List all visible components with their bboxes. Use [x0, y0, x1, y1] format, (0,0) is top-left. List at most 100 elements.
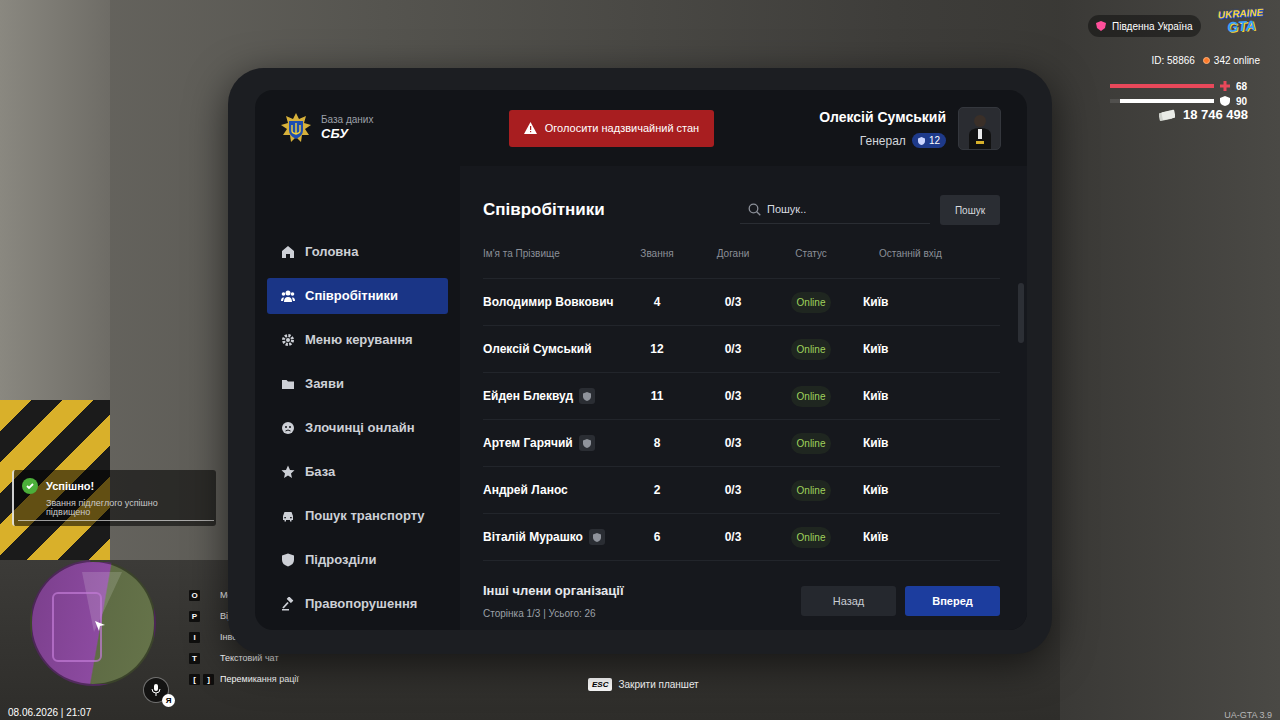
table-row[interactable]: Олексій Сумський120/3OnlineКиїв	[483, 325, 1000, 372]
brand-caption: База даних	[321, 114, 373, 127]
home-icon	[281, 245, 295, 259]
table-header: Ім'я та ПрізвищеЗванняДоганиСтатусОстанн…	[483, 240, 1000, 266]
money-amount: 18 746 498	[1183, 105, 1248, 125]
shield-icon	[918, 137, 925, 145]
keybind-label: Перемикання рації	[220, 673, 299, 687]
reprimands-cell: 0/3	[683, 434, 783, 452]
person-icon	[967, 113, 993, 149]
title-row: Співробітники Пошук	[483, 195, 1000, 225]
mic-button[interactable]: Я	[143, 677, 169, 703]
last-login-cell: Київ	[839, 528, 1000, 546]
key-cap: P	[189, 611, 200, 622]
column-header: Статус	[783, 246, 839, 261]
status-cell: Online	[783, 527, 839, 548]
status-cell: Online	[783, 480, 839, 501]
rank-cell: 11	[631, 387, 683, 405]
name-cell: Олексій Сумський	[483, 340, 631, 358]
sidebar-label: Пошук транспорту	[305, 506, 425, 526]
brand: База даних СБУ	[255, 113, 460, 143]
warning-icon	[524, 122, 537, 134]
table-row[interactable]: Віталій Мурашко60/3OnlineКиїв	[483, 513, 1000, 560]
view-cone	[82, 572, 122, 632]
version-label: UA-GTA 3.9	[1224, 709, 1272, 720]
tablet-body: Головна Співробітники Меню керування Заяви З…	[255, 166, 1027, 630]
online-label: 342 online	[1214, 53, 1260, 68]
notification-title: Успішно!	[46, 478, 186, 495]
sidebar-item[interactable]: Співробітники	[267, 278, 448, 314]
last-login-cell: Київ	[839, 387, 1000, 405]
employee-name: Олексій Сумський	[483, 340, 592, 358]
vitals: 6890	[1110, 79, 1250, 108]
sbu-emblem-icon	[281, 113, 311, 143]
status-pill: Online	[791, 527, 832, 548]
microphone-icon	[151, 684, 161, 696]
close-hint-label: Закрити планшет	[618, 677, 698, 692]
search-icon	[748, 203, 761, 216]
sidebar-label: Головна	[305, 242, 358, 262]
user-level: 12	[929, 133, 940, 148]
footer-title: Інші члени організації	[483, 581, 624, 601]
sidebar-label: Злочинці онлайн	[305, 418, 415, 438]
table-row[interactable]: Володимир Вовкович40/3OnlineКиїв	[483, 278, 1000, 325]
sidebar-item[interactable]: Злочинці онлайн	[267, 410, 448, 446]
last-login-cell: Київ	[839, 340, 1000, 358]
user-avatar	[958, 107, 1001, 150]
status-cell: Online	[783, 339, 839, 360]
reprimands-cell: 0/3	[683, 528, 783, 546]
sidebar-item[interactable]: Меню керування	[267, 322, 448, 358]
sidebar-item[interactable]: Пошук транспорту	[267, 498, 448, 534]
user-level-badge: 12	[912, 133, 946, 148]
prev-button[interactable]: Назад	[801, 586, 896, 616]
car-icon	[281, 509, 295, 523]
money-icon	[1159, 109, 1175, 121]
armor-icon	[1220, 96, 1230, 106]
sidebar: Головна Співробітники Меню керування Заяви З…	[255, 166, 460, 630]
search-button[interactable]: Пошук	[940, 195, 1000, 225]
sidebar-label: Правопорушення	[305, 594, 417, 614]
sidebar-item[interactable]: Головна	[267, 234, 448, 270]
gavel-icon	[281, 597, 295, 611]
column-header: Звання	[631, 246, 683, 261]
status-pill: Online	[791, 292, 832, 313]
column-header: Догани	[683, 246, 783, 261]
content: Співробітники Пошук Ім'я та ПрізвищеЗва	[460, 166, 1027, 630]
scrollbar-thumb[interactable]	[1018, 283, 1024, 343]
sidebar-item[interactable]: Підрозділи	[267, 542, 448, 578]
last-login-cell: Київ	[839, 293, 1000, 311]
shield-badge-icon	[589, 529, 605, 545]
notification-message: Звання підлеглого успішно підвищено	[46, 499, 186, 519]
table-row[interactable]: Андрей Ланос20/3OnlineКиїв	[483, 466, 1000, 513]
brand-title: СБУ	[321, 126, 373, 142]
name-cell: Артем Гарячий	[483, 434, 631, 452]
table-body: Володимир Вовкович40/3OnlineКиївОлексій …	[483, 278, 1000, 561]
emergency-button-label: Оголосити надзвичайний стан	[545, 120, 699, 137]
sidebar-item[interactable]: База	[267, 454, 448, 490]
vital-track	[1110, 84, 1214, 88]
column-header: Ім'я та Прізвище	[483, 246, 631, 261]
name-cell: Віталій Мурашко	[483, 528, 631, 546]
search-input[interactable]	[767, 201, 922, 218]
vital-fill	[1110, 84, 1214, 88]
next-button[interactable]: Вперед	[905, 586, 1000, 616]
name-cell: Андрей Ланос	[483, 481, 631, 499]
keybind-keys: T	[189, 653, 214, 664]
sidebar-item[interactable]: Правопорушення	[267, 586, 448, 622]
region-icon	[1096, 21, 1106, 31]
key-cap: ]	[203, 674, 214, 685]
table-row[interactable]: Ейден Блеквуд110/3OnlineКиїв	[483, 372, 1000, 419]
last-login-cell: Київ	[839, 434, 1000, 452]
search-field	[740, 196, 930, 224]
emergency-button[interactable]: Оголосити надзвичайний стан	[509, 110, 714, 147]
money: 18 746 498	[1159, 105, 1248, 125]
employee-name: Віталій Мурашко	[483, 528, 583, 546]
close-hint: ESC Закрити планшет	[588, 677, 699, 692]
region-pill: Південна Україна	[1088, 15, 1201, 37]
table-row[interactable]: Артем Гарячий80/3OnlineКиїв	[483, 419, 1000, 466]
status-pill: Online	[791, 433, 832, 454]
name-cell: Володимир Вовкович	[483, 293, 631, 311]
user-name: Олексій Сумський	[819, 107, 946, 128]
sidebar-item[interactable]: Заяви	[267, 366, 448, 402]
vital-row: 68	[1110, 79, 1250, 93]
vital-fill	[1120, 99, 1214, 103]
shield-badge-icon	[579, 388, 595, 404]
